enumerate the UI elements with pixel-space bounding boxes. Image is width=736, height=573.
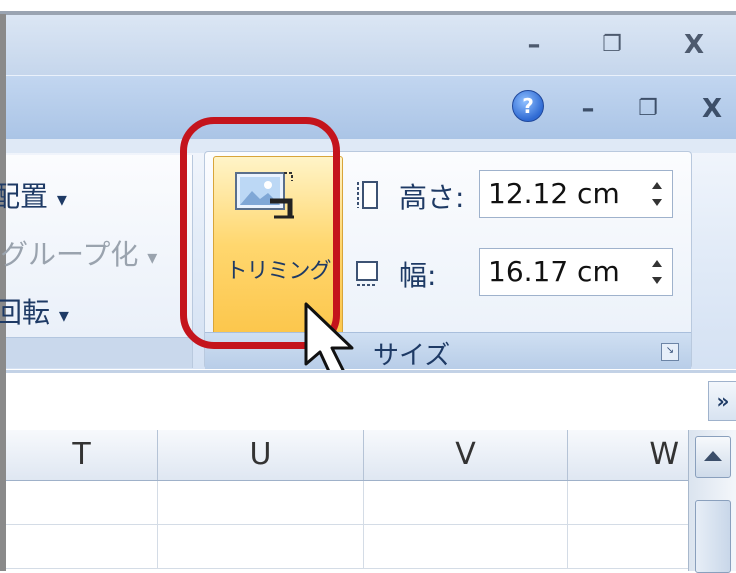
column-headers: T U V W — [6, 430, 702, 481]
width-icon — [356, 261, 378, 286]
column-header-u[interactable]: U — [158, 430, 364, 480]
arrange-group-button[interactable]: グループ化 ▾ — [0, 233, 157, 273]
cell-grid — [6, 481, 702, 571]
cell[interactable] — [364, 525, 568, 569]
chevron-down-icon: ▾ — [147, 245, 158, 269]
chevron-down-icon: ▾ — [56, 187, 67, 211]
expand-formula-bar-button[interactable]: » — [708, 381, 736, 421]
arrange-position-label: 配置 — [0, 180, 49, 213]
size-group-label: サイズ — [373, 341, 451, 371]
dialog-launcher-icon[interactable]: ↘ — [661, 343, 679, 361]
vertical-scrollbar[interactable] — [688, 430, 736, 573]
cell[interactable] — [158, 481, 364, 525]
cell[interactable] — [568, 525, 702, 569]
width-label: 幅: — [399, 259, 437, 292]
arrange-group-footer — [6, 337, 192, 368]
arrange-position-button[interactable]: 配置 ▾ — [0, 175, 67, 215]
column-header-w[interactable]: W — [568, 430, 702, 480]
chevron-down-icon: ▾ — [58, 303, 69, 327]
app-restore-button[interactable]: ❐ — [588, 29, 636, 61]
column-header-t[interactable]: T — [6, 430, 158, 480]
document-bar: ? – ❐ X — [6, 75, 736, 140]
height-input[interactable]: 12.12 cm — [479, 170, 673, 218]
cell[interactable] — [6, 525, 158, 569]
width-spinner-icon[interactable] — [650, 255, 664, 289]
app-close-button[interactable]: X — [670, 29, 718, 61]
cell[interactable] — [158, 525, 364, 569]
width-input[interactable]: 16.17 cm — [479, 248, 673, 296]
cell[interactable] — [6, 481, 158, 525]
arrange-rotate-label: 回転 — [0, 296, 51, 329]
app-minimize-button[interactable]: – — [510, 29, 558, 61]
height-label: 高さ: — [399, 181, 465, 214]
arrange-group-label: グループ化 — [0, 238, 139, 271]
width-value: 16.17 cm — [488, 255, 620, 288]
height-icon — [357, 181, 378, 209]
app-window: – ❐ X ? – ❐ X 配置 ▾ グループ化 ▾ 回転 ▾ トリミング 高さ… — [0, 0, 736, 573]
scroll-thumb[interactable] — [695, 500, 731, 573]
arrange-rotate-button[interactable]: 回転 ▾ — [0, 291, 69, 331]
height-spinner-icon[interactable] — [650, 177, 664, 211]
doc-restore-button[interactable]: ❐ — [626, 92, 670, 126]
ribbon: 配置 ▾ グループ化 ▾ 回転 ▾ トリミング 高さ: 12.12 cm 幅: … — [0, 139, 736, 371]
formula-bar[interactable]: » — [6, 370, 736, 433]
scroll-up-button[interactable] — [695, 436, 731, 478]
column-header-v[interactable]: V — [364, 430, 568, 480]
title-bar: – ❐ X — [6, 15, 736, 75]
doc-minimize-button[interactable]: – — [566, 92, 610, 126]
help-icon[interactable]: ? — [512, 90, 544, 122]
cell[interactable] — [568, 481, 702, 525]
cell[interactable] — [364, 481, 568, 525]
doc-close-button[interactable]: X — [690, 92, 734, 126]
height-value: 12.12 cm — [488, 177, 620, 210]
arrange-group: 配置 ▾ グループ化 ▾ 回転 ▾ — [0, 155, 193, 368]
